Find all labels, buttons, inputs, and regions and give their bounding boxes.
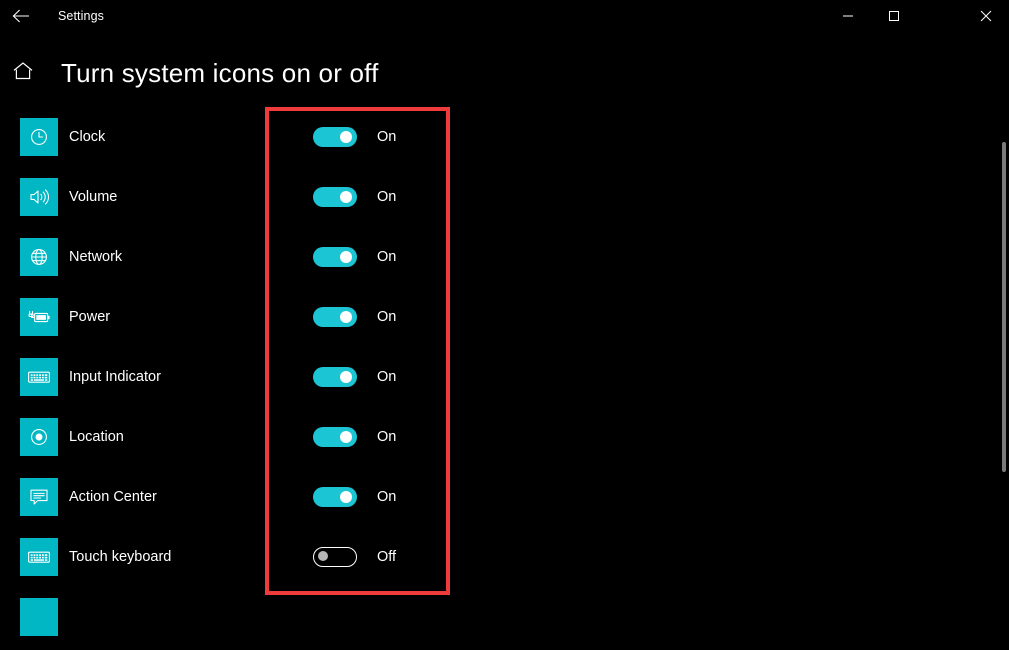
- scrollbar-thumb[interactable]: [1002, 142, 1006, 472]
- minimize-icon: [842, 10, 854, 22]
- row-label: Network: [69, 249, 123, 265]
- toggle-switch[interactable]: [313, 187, 357, 207]
- close-icon: [980, 10, 992, 22]
- row-label: Location: [69, 429, 124, 445]
- toggle-switch[interactable]: [313, 127, 357, 147]
- row-label: Volume: [69, 189, 118, 205]
- keyboard-icon: [20, 358, 58, 396]
- system-icons-list: Clock On Volume On Network On Power On Input Ind…: [0, 110, 1009, 636]
- toggle-state-label: On: [377, 369, 397, 385]
- toggle-state-label: On: [377, 429, 397, 445]
- title-bar: Settings: [0, 0, 1009, 32]
- toggle-wrapper: On: [313, 487, 396, 507]
- toggle-switch[interactable]: [313, 307, 357, 327]
- toggle-switch[interactable]: [313, 427, 357, 447]
- toggle-switch[interactable]: [313, 487, 357, 507]
- clock-icon: [20, 118, 58, 156]
- row-label: Power: [69, 309, 111, 325]
- system-icon-row: Clock On: [0, 110, 1009, 170]
- page-header: Turn system icons on or off: [0, 52, 379, 94]
- page-title: Turn system icons on or off: [61, 57, 379, 88]
- system-icon-row: Location On: [0, 410, 1009, 470]
- home-icon: [12, 61, 34, 86]
- row-label: Touch keyboard: [69, 549, 172, 565]
- scrollbar-track[interactable]: [995, 32, 1009, 609]
- toggle-state-label: On: [377, 489, 397, 505]
- toggle-state-label: On: [377, 309, 397, 325]
- toggle-knob: [340, 491, 352, 503]
- system-icon-row: Input Indicator On: [0, 350, 1009, 410]
- toggle-state-label: Off: [377, 549, 397, 565]
- toggle-knob: [340, 431, 352, 443]
- location-icon: [20, 418, 58, 456]
- toggle-wrapper: On: [313, 307, 396, 327]
- touch-keyboard-icon: [20, 538, 58, 576]
- toggle-wrapper: On: [313, 247, 396, 267]
- system-icon-row: Network On: [0, 230, 1009, 290]
- volume-icon: [20, 178, 58, 216]
- action-center-icon: [20, 478, 58, 516]
- toggle-wrapper: On: [313, 127, 396, 147]
- toggle-wrapper: Off: [313, 547, 396, 567]
- system-icon-row: Action Center On: [0, 470, 1009, 530]
- icon-tile-partial: [20, 598, 58, 636]
- toggle-state-label: On: [377, 249, 397, 265]
- system-icon-row-partial: [0, 590, 1009, 650]
- system-icon-row: Volume On: [0, 170, 1009, 230]
- toggle-state-label: On: [377, 189, 397, 205]
- toggle-knob: [340, 251, 352, 263]
- app-title: Settings: [58, 9, 104, 23]
- toggle-wrapper: On: [313, 187, 396, 207]
- toggle-knob: [318, 551, 328, 562]
- network-globe-icon: [20, 238, 58, 276]
- maximize-button[interactable]: [871, 0, 917, 32]
- row-label: Action Center: [69, 489, 157, 505]
- close-button[interactable]: [963, 0, 1009, 32]
- toggle-knob: [340, 371, 352, 383]
- toggle-state-label: On: [377, 129, 397, 145]
- system-icon-row: Power On: [0, 290, 1009, 350]
- minimize-button[interactable]: [825, 0, 871, 32]
- toggle-knob: [340, 131, 352, 143]
- toggle-switch[interactable]: [313, 247, 357, 267]
- maximize-icon: [888, 10, 900, 22]
- toggle-switch[interactable]: [313, 367, 357, 387]
- row-label: Input Indicator: [69, 369, 161, 385]
- toggle-wrapper: On: [313, 427, 396, 447]
- row-label: Clock: [69, 129, 106, 145]
- toggle-wrapper: On: [313, 367, 396, 387]
- toggle-knob: [340, 191, 352, 203]
- home-button[interactable]: [0, 61, 46, 86]
- back-button[interactable]: [0, 0, 42, 32]
- system-icon-row: Touch keyboard Off: [0, 530, 1009, 590]
- back-arrow-icon: [12, 9, 30, 23]
- toggle-knob: [340, 311, 352, 323]
- toggle-switch[interactable]: [313, 547, 357, 567]
- power-battery-icon: [20, 298, 58, 336]
